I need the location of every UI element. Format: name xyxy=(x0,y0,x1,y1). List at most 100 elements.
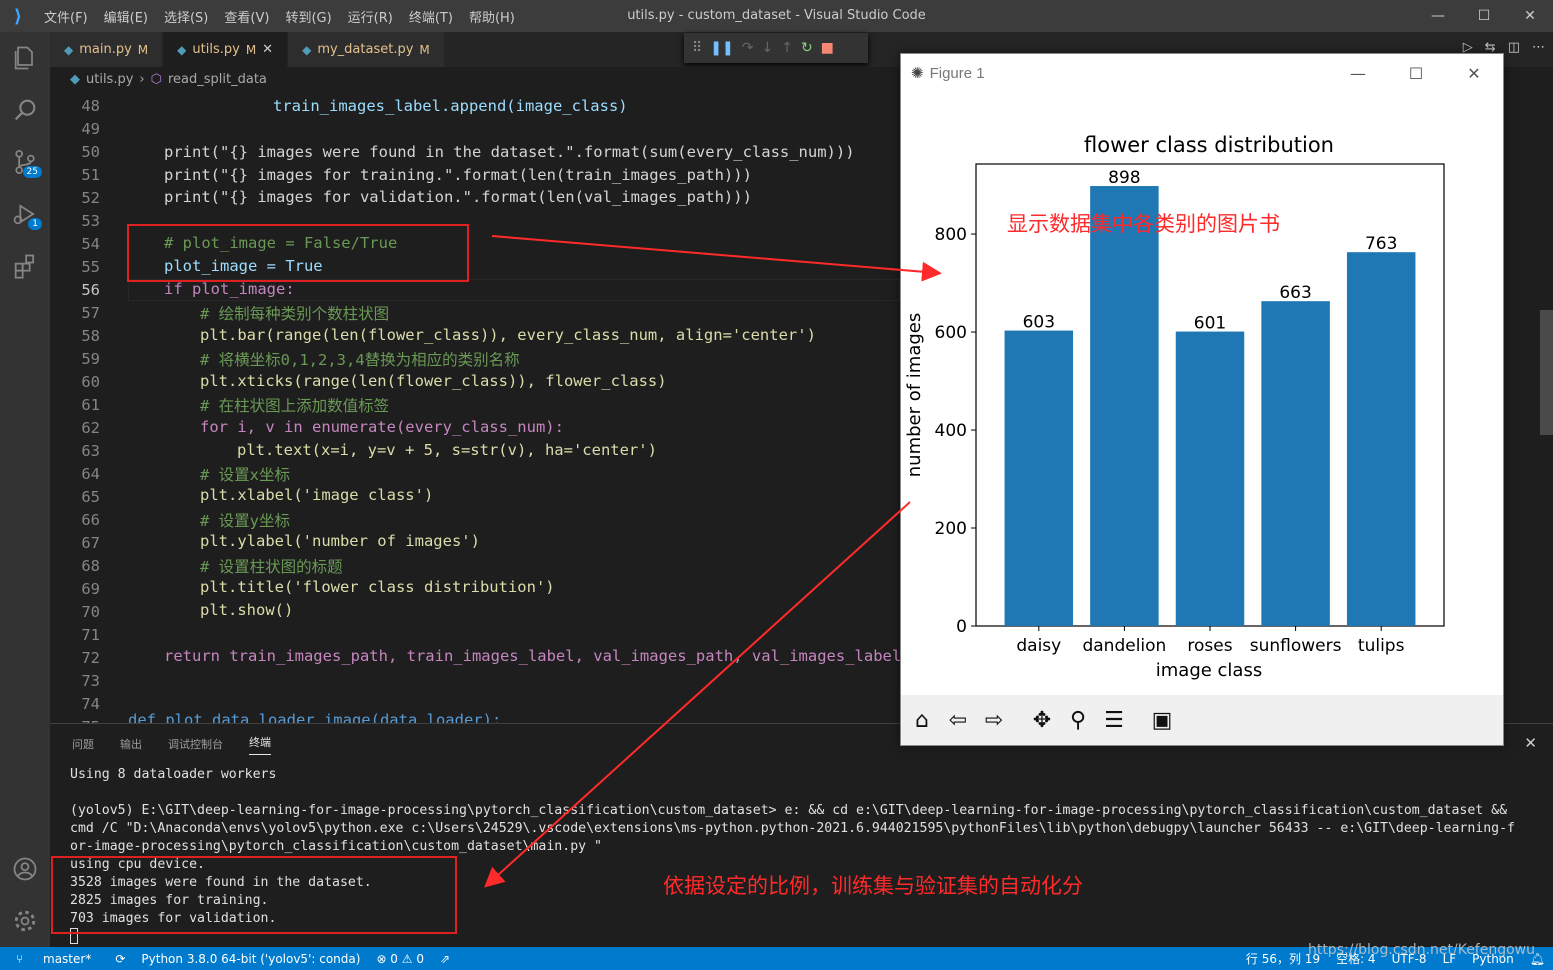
line-number: 52 xyxy=(81,189,100,207)
figure-maximize-icon[interactable]: ☐ xyxy=(1387,54,1445,92)
line-number: 50 xyxy=(81,143,100,161)
menu-terminal[interactable]: 终端(T) xyxy=(401,7,461,26)
breadcrumb-symbol[interactable]: read_split_data xyxy=(168,72,267,87)
problems-status[interactable]: ⊗ 0 ⚠ 0 xyxy=(368,952,432,966)
line-number: 48 xyxy=(81,97,100,115)
figure-minimize-icon[interactable]: — xyxy=(1329,54,1387,92)
minimize-icon[interactable]: — xyxy=(1415,0,1461,32)
tab-my-dataset-py[interactable]: ◆ my_dataset.py M xyxy=(288,32,445,67)
terminal-annotation: 依据设定的比例，训练集与验证集的自动化分 xyxy=(663,874,1083,898)
terminal-line: or-image-processing\pytorch_classificati… xyxy=(70,839,602,854)
debug-badge: 1 xyxy=(28,218,42,230)
explorer-icon[interactable] xyxy=(0,32,50,84)
tab-terminal[interactable]: 终端 xyxy=(249,734,271,755)
code-line-68: # 设置柱状图的标题 xyxy=(200,558,343,576)
source-control-icon[interactable]: 25 xyxy=(0,136,50,188)
restart-icon[interactable]: ↻ xyxy=(801,40,813,56)
forward-arrow-icon[interactable]: ⇨ xyxy=(977,703,1011,737)
modified-marker: M xyxy=(137,42,149,57)
menu-edit[interactable]: 编辑(E) xyxy=(96,7,156,26)
stop-icon[interactable]: ■ xyxy=(821,40,834,56)
debug-toolbar: ⠿ ❚❚ ↷ ↓ ↑ ↻ ■ xyxy=(684,33,868,63)
line-number: 62 xyxy=(81,419,100,437)
code-line-56: if plot_image: xyxy=(164,280,295,298)
menu-run[interactable]: 运行(R) xyxy=(340,7,401,26)
code-editor[interactable]: 48 49 50 51 52 53 54 55 56 57 58 59 60 61 62 63 64 65 66 67… xyxy=(50,91,900,723)
code-line-67: plt.ylabel('number of images') xyxy=(200,532,480,550)
bar-daisy xyxy=(1004,330,1074,626)
x-tick-label: daisy xyxy=(1016,636,1061,656)
line-number: 60 xyxy=(81,373,100,391)
bar-value-label: 663 xyxy=(1279,283,1311,303)
code-line-60: plt.xticks(range(len(flower_class)), flo… xyxy=(200,372,667,390)
menu-view[interactable]: 查看(V) xyxy=(216,7,277,26)
tab-label: main.py xyxy=(79,42,132,57)
menu-file[interactable]: 文件(F) xyxy=(36,7,96,26)
x-tick-label: roses xyxy=(1187,636,1232,656)
line-number: 54 xyxy=(81,235,100,253)
sync-icon[interactable]: ⟳ xyxy=(107,952,133,966)
extensions-icon[interactable] xyxy=(0,240,50,292)
configure-subplots-icon[interactable]: ☰ xyxy=(1097,703,1131,737)
function-icon: ⬡ xyxy=(150,71,162,87)
drag-handle-icon[interactable]: ⠿ xyxy=(692,40,702,56)
menu-selection[interactable]: 选择(S) xyxy=(156,7,216,26)
tab-label: my_dataset.py xyxy=(317,42,414,57)
breadcrumb-file[interactable]: utils.py xyxy=(86,72,133,87)
python-file-icon: ◆ xyxy=(70,71,80,87)
search-icon[interactable] xyxy=(0,84,50,136)
tab-debug-console[interactable]: 调试控制台 xyxy=(168,736,223,752)
line-number: 74 xyxy=(81,695,100,713)
home-icon[interactable]: ⌂ xyxy=(905,703,939,737)
maximize-icon[interactable]: ☐ xyxy=(1461,0,1507,32)
panel-close-icon[interactable]: ✕ xyxy=(1524,734,1537,752)
back-arrow-icon[interactable]: ⇦ xyxy=(941,703,975,737)
more-actions-icon[interactable]: ⋯ xyxy=(1532,40,1545,55)
save-floppy-icon[interactable]: ▣ xyxy=(1145,703,1179,737)
step-into-icon[interactable]: ↓ xyxy=(761,40,773,56)
run-debug-icon[interactable]: 1 xyxy=(0,188,50,240)
manage-gear-icon[interactable] xyxy=(0,895,50,947)
tab-output[interactable]: 输出 xyxy=(120,736,142,752)
step-out-icon[interactable]: ↑ xyxy=(781,40,793,56)
menu-help[interactable]: 帮助(H) xyxy=(461,7,523,26)
modified-marker: M xyxy=(419,42,430,57)
line-number: 53 xyxy=(81,212,100,230)
menu-bar: 文件(F) 编辑(E) 选择(S) 查看(V) 转到(G) 运行(R) 终端(T… xyxy=(36,7,523,26)
account-icon[interactable] xyxy=(0,843,50,895)
git-branch-icon: ⑂ xyxy=(16,951,28,966)
x-axis-label: image class xyxy=(1156,660,1262,681)
editor-scrollbar-thumb[interactable] xyxy=(1540,310,1553,435)
code-line-66: # 设置y坐标 xyxy=(200,512,290,530)
scm-badge: 25 xyxy=(22,166,42,178)
zoom-magnifier-icon[interactable]: ⚲ xyxy=(1061,703,1095,737)
branch-name: master* xyxy=(43,951,92,966)
tab-close-icon[interactable]: ✕ xyxy=(262,42,273,57)
x-tick-label: tulips xyxy=(1358,636,1405,656)
code-line-72: return train_images_path, train_images_l… xyxy=(164,647,900,665)
activity-bar: 25 1 xyxy=(0,32,50,947)
live-share-icon[interactable]: ⇗ xyxy=(432,952,458,966)
pause-icon[interactable]: ❚❚ xyxy=(710,40,733,56)
figure-close-icon[interactable]: ✕ xyxy=(1445,54,1503,92)
code-line-59: # 将横坐标0,1,2,3,4替换为相应的类别名称 xyxy=(200,351,520,369)
tab-label: utils.py xyxy=(192,42,240,57)
code-line-50: print("{} images were found in the datas… xyxy=(164,143,855,161)
tab-problems[interactable]: 问题 xyxy=(72,736,94,752)
split-editor-icon[interactable]: ◫ xyxy=(1508,40,1520,55)
branch-status[interactable]: ⑂ master* xyxy=(0,952,107,966)
interpreter-status[interactable]: Python 3.8.0 64-bit ('yolov5': conda) xyxy=(133,952,368,966)
menu-go[interactable]: 转到(G) xyxy=(277,7,339,26)
tab-utils-py[interactable]: ◆ utils.py M ✕ xyxy=(163,32,289,67)
close-icon[interactable]: ✕ xyxy=(1507,0,1553,32)
bar-value-label: 898 xyxy=(1108,168,1140,188)
line-number: 69 xyxy=(81,580,100,598)
step-over-icon[interactable]: ↷ xyxy=(742,40,754,56)
highlight-box-terminal xyxy=(51,856,457,934)
line-number: 71 xyxy=(81,626,100,644)
bar-sunflowers xyxy=(1261,301,1330,626)
pan-move-icon[interactable]: ✥ xyxy=(1025,703,1059,737)
line-number: 64 xyxy=(81,465,100,483)
tab-main-py[interactable]: ◆ main.py M xyxy=(50,32,164,67)
